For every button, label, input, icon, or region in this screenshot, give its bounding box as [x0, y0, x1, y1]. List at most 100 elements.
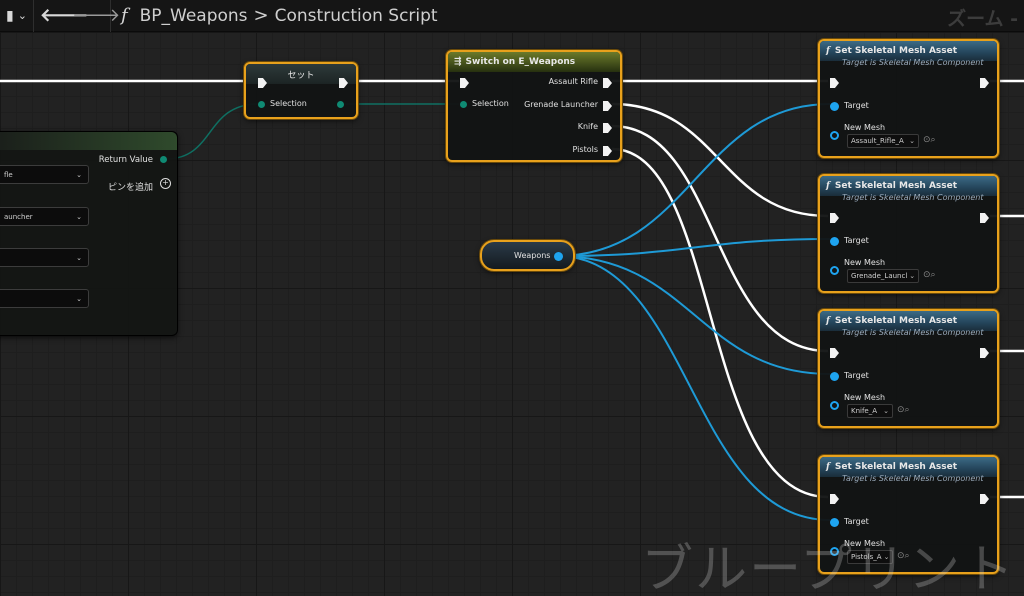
function-icon: f	[120, 5, 128, 26]
set-mesh-node-1[interactable]: f Set Skeletal Mesh Asset Target is Skel…	[818, 39, 999, 158]
switch-icon: ⇶	[454, 57, 462, 67]
set-mesh-exec-out-pin[interactable]	[980, 213, 989, 223]
set-selection-label: Selection	[270, 99, 307, 108]
add-pin-icon[interactable]: +	[160, 178, 171, 189]
output-pin-grenade-launcher[interactable]	[603, 101, 612, 111]
set-selection-in-pin[interactable]	[258, 101, 265, 108]
select-node[interactable]: Return Value ピンを追加 + fle ⌄ auncher ⌄ ⌄ ⌄	[0, 131, 178, 336]
set-mesh-subtitle: Target is Skeletal Mesh Component	[842, 328, 984, 337]
set-node[interactable]: セット Selection	[244, 62, 358, 119]
set-mesh-exec-out-pin[interactable]	[980, 494, 989, 504]
set-mesh-exec-in-pin[interactable]	[830, 348, 839, 358]
browse-icon[interactable]: ⊙⌕	[897, 405, 910, 415]
chevron-down-icon: ⌄	[76, 253, 82, 262]
set-mesh-exec-out-pin[interactable]	[980, 348, 989, 358]
output-label-assault-rifle: Assault Rifle	[548, 77, 598, 86]
switch-selection-pin[interactable]	[460, 101, 467, 108]
new-mesh-label: New Mesh	[844, 123, 886, 132]
switch-node[interactable]: ⇶ Switch on E_Weapons Selection Assault …	[446, 50, 622, 162]
blueprint-name[interactable]: BP_Weapons	[132, 6, 248, 26]
return-value-pin[interactable]	[160, 156, 167, 163]
option-dropdown-2[interactable]: auncher ⌄	[0, 207, 89, 226]
new-mesh-label: New Mesh	[844, 258, 886, 267]
target-label: Target	[844, 371, 869, 380]
set-mesh-subtitle: Target is Skeletal Mesh Component	[842, 58, 984, 67]
output-pin-pistols[interactable]	[603, 146, 612, 156]
breadcrumb-separator: >	[253, 5, 269, 26]
function-icon: f	[826, 181, 830, 191]
set-mesh-exec-in-pin[interactable]	[830, 213, 839, 223]
set-mesh-exec-out-pin[interactable]	[980, 78, 989, 88]
switch-node-title: Switch on E_Weapons	[465, 57, 576, 67]
output-label-pistols: Pistols	[572, 145, 598, 154]
mesh-asset-value: Grenade_Launcl	[851, 272, 908, 280]
chevron-down-icon[interactable]: ⌄	[14, 9, 27, 22]
mesh-asset-value: Assault_Rifle_A	[851, 137, 904, 145]
mesh-asset-dropdown[interactable]: Grenade_Launcl ⌄	[847, 269, 919, 283]
nav-group: 🡐 🡒	[34, 0, 120, 32]
browse-icon[interactable]: ⊙⌕	[923, 135, 936, 145]
mesh-asset-value: Knife_A	[851, 407, 878, 415]
bookmark-group: ▮ ⌄	[0, 0, 34, 32]
chevron-down-icon: ⌄	[909, 272, 916, 280]
select-node-header	[0, 132, 177, 150]
back-button[interactable]: 🡐	[40, 5, 88, 26]
weapons-variable-node[interactable]: Weapons	[480, 240, 575, 271]
function-icon: f	[826, 462, 830, 472]
weapons-label: Weapons	[514, 251, 551, 260]
mesh-asset-dropdown[interactable]: Knife_A ⌄	[847, 404, 893, 418]
forward-button[interactable]: 🡒	[72, 5, 120, 26]
bookmark-icon[interactable]: ▮	[6, 8, 14, 24]
set-mesh-subtitle: Target is Skeletal Mesh Component	[842, 474, 984, 483]
set-mesh-node-3[interactable]: f Set Skeletal Mesh Asset Target is Skel…	[818, 309, 999, 428]
new-mesh-pin[interactable]	[830, 401, 839, 410]
output-pin-knife[interactable]	[603, 123, 612, 133]
set-mesh-title: Set Skeletal Mesh Asset	[834, 316, 958, 326]
set-mesh-title: Set Skeletal Mesh Asset	[834, 46, 958, 56]
set-mesh-title: Set Skeletal Mesh Asset	[834, 462, 958, 472]
set-mesh-exec-in-pin[interactable]	[830, 494, 839, 504]
output-label-grenade-launcher: Grenade Launcher	[524, 100, 598, 109]
target-label: Target	[844, 101, 869, 110]
new-mesh-label: New Mesh	[844, 393, 886, 402]
output-label-knife: Knife	[577, 122, 598, 131]
target-pin[interactable]	[830, 102, 839, 111]
chevron-down-icon: ⌄	[76, 294, 82, 303]
option-value-2: auncher	[4, 212, 33, 221]
switch-exec-in-pin[interactable]	[460, 78, 469, 88]
set-selection-out-pin[interactable]	[337, 101, 344, 108]
option-dropdown-3[interactable]: ⌄	[0, 248, 89, 267]
option-value-1: fle	[4, 170, 13, 179]
chevron-down-icon: ⌄	[76, 170, 82, 179]
target-pin[interactable]	[830, 372, 839, 381]
set-mesh-title: Set Skeletal Mesh Asset	[834, 181, 958, 191]
switch-selection-label: Selection	[472, 99, 509, 108]
chevron-down-icon: ⌄	[909, 137, 915, 145]
mesh-asset-dropdown[interactable]: Assault_Rifle_A ⌄	[847, 134, 919, 148]
set-mesh-subtitle: Target is Skeletal Mesh Component	[842, 193, 984, 202]
target-pin[interactable]	[830, 237, 839, 246]
add-pin-label[interactable]: ピンを追加	[108, 180, 153, 193]
chevron-down-icon: ⌄	[883, 407, 889, 415]
function-icon: f	[826, 316, 830, 326]
new-mesh-pin[interactable]	[830, 131, 839, 140]
set-mesh-exec-in-pin[interactable]	[830, 78, 839, 88]
new-mesh-pin[interactable]	[830, 266, 839, 275]
target-label: Target	[844, 517, 869, 526]
option-dropdown-4[interactable]: ⌄	[0, 289, 89, 308]
weapons-out-pin[interactable]	[554, 252, 563, 261]
graph-name[interactable]: Construction Script	[275, 6, 438, 26]
function-icon: f	[826, 46, 830, 56]
chevron-down-icon: ⌄	[76, 212, 82, 221]
zoom-label: ズーム -	[947, 8, 1018, 30]
output-pin-assault-rifle[interactable]	[603, 78, 612, 88]
set-mesh-node-2[interactable]: f Set Skeletal Mesh Asset Target is Skel…	[818, 174, 999, 293]
blueprint-watermark: ブループリント	[641, 540, 1016, 596]
target-label: Target	[844, 236, 869, 245]
browse-icon[interactable]: ⊙⌕	[923, 270, 936, 280]
option-dropdown-1[interactable]: fle ⌄	[0, 165, 89, 184]
switch-node-header: ⇶ Switch on E_Weapons	[448, 52, 620, 72]
toolbar: ▮ ⌄ 🡐 🡒 f BP_Weapons > Construction Scri…	[0, 0, 1024, 32]
target-pin[interactable]	[830, 518, 839, 527]
return-value-label: Return Value	[98, 155, 153, 165]
